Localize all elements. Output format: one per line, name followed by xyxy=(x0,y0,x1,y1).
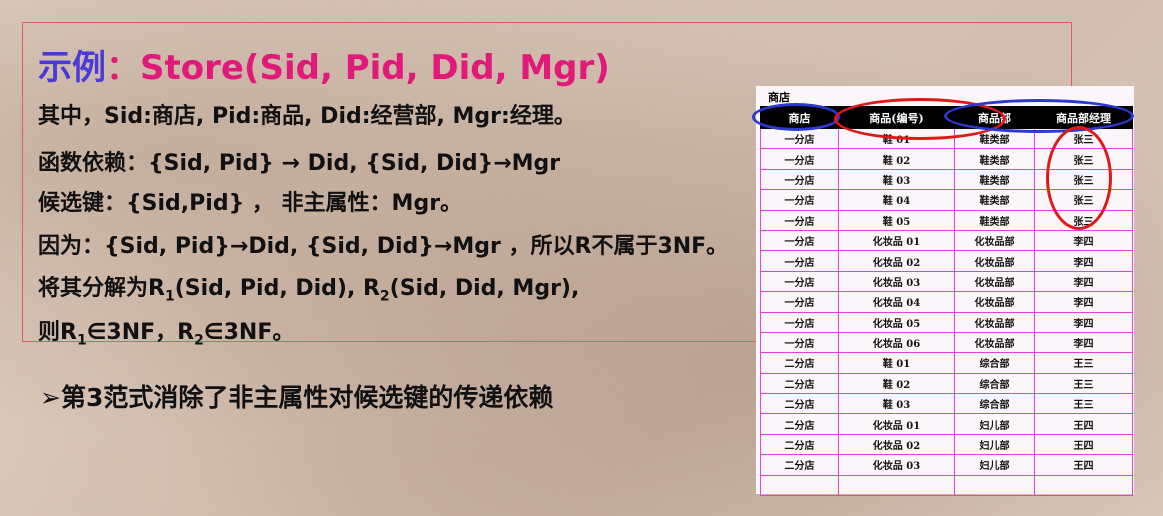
table-cell: 二分店 xyxy=(760,393,839,415)
table-row: 一分店 化妆品 02 化妆品部 李四 xyxy=(760,250,1133,272)
table-row: 二分店 化妆品 02 妇儿部 王四 xyxy=(760,433,1133,456)
table-cell: 一分店 xyxy=(760,229,839,252)
table-cell: 李四 xyxy=(1034,331,1133,354)
table-cell: 李四 xyxy=(1034,270,1133,293)
table-cell: 王三 xyxy=(1034,352,1133,374)
table-cell xyxy=(760,474,839,497)
table-row: 一分店 化妆品 05 化妆品部 李四 xyxy=(760,311,1133,333)
table-cell: 综合部 xyxy=(954,372,1035,395)
decompose-line: 将其分解为R1(Sid, Pid, Did), R2(Sid, Did, Mgr… xyxy=(38,276,580,305)
table-cell: 一分店 xyxy=(760,127,839,150)
table-cell: 一分店 xyxy=(760,331,839,354)
table-row: 二分店鞋 01 综合部 王三 xyxy=(760,352,1133,374)
table-cell xyxy=(838,474,955,497)
table-row: 二分店鞋 03 综合部 王三 xyxy=(760,393,1133,415)
table-cell: 鞋类部 xyxy=(954,209,1035,231)
table-row: 一分店 化妆品 01 化妆品部 李四 xyxy=(760,229,1133,252)
table-cell: 李四 xyxy=(1034,250,1133,272)
table-cell: 鞋 03 xyxy=(838,393,955,415)
title-prefix: 示例 xyxy=(38,48,106,88)
candidate-key-line: 候选键：{Sid,Pid} ， 非主属性：Mgr。 xyxy=(38,191,463,216)
table-cell: 鞋 02 xyxy=(838,148,955,170)
table-cell: 王四 xyxy=(1034,454,1133,476)
table-cell: 一分店 xyxy=(760,250,839,272)
table-cell: 一分店 xyxy=(760,209,839,231)
table-cell: 妇儿部 xyxy=(954,433,1035,456)
table-row: 一分店 化妆品 04 化妆品部 李四 xyxy=(760,291,1133,313)
slide-title: 示例：Store(Sid, Pid, Did, Mgr) xyxy=(38,40,610,89)
manager-values-highlight xyxy=(1046,126,1112,230)
table-cell: 鞋类部 xyxy=(954,189,1035,211)
table-cell: 一分店 xyxy=(760,291,839,313)
table-cell: 鞋 05 xyxy=(838,209,955,231)
table-row: 二分店 化妆品 01 妇儿部 王四 xyxy=(760,413,1133,435)
table-cell xyxy=(1034,474,1133,497)
table-row: 二分店鞋 02 综合部 王三 xyxy=(760,372,1133,395)
table-cell: 王四 xyxy=(1034,413,1133,435)
table-cell: 化妆品 01 xyxy=(838,229,955,252)
table-cell: 鞋 01 xyxy=(838,352,955,374)
table-cell: 鞋类部 xyxy=(954,148,1035,170)
table-cell: 化妆品 06 xyxy=(838,331,955,354)
table-cell: 二分店 xyxy=(760,413,839,435)
table-cell: 化妆品 03 xyxy=(838,454,955,476)
table-row: 一分店 化妆品 06 化妆品部 李四 xyxy=(760,331,1133,354)
table-row: 二分店 化妆品 03 妇儿部 王四 xyxy=(760,454,1133,476)
table-cell: 一分店 xyxy=(760,311,839,333)
summary-bullet: ➢第3范式消除了非主属性对候选键的传递依赖 xyxy=(40,383,554,412)
table-cell: 化妆品部 xyxy=(954,250,1035,272)
table-cell: 综合部 xyxy=(954,352,1035,374)
table-cell: 二分店 xyxy=(760,454,839,476)
table-cell: 化妆品 05 xyxy=(838,311,955,333)
table-cell: 化妆品 03 xyxy=(838,270,955,293)
table-cell: 化妆品 02 xyxy=(838,433,955,456)
because-line: 因为：{Sid, Pid}→Did, {Sid, Did}→Mgr ，所以R不属… xyxy=(38,234,729,259)
table-cell: 二分店 xyxy=(760,372,839,395)
table-cell: 王三 xyxy=(1034,372,1133,395)
table-cell: 妇儿部 xyxy=(954,413,1035,435)
table-cell: 二分店 xyxy=(760,352,839,374)
table-cell xyxy=(954,474,1035,497)
table-cell: 王四 xyxy=(1034,433,1133,456)
table-cell: 化妆品 04 xyxy=(838,291,955,313)
table-cell: 妇儿部 xyxy=(954,454,1035,476)
table-cell: 李四 xyxy=(1034,291,1133,313)
table-cell: 鞋 04 xyxy=(838,189,955,211)
table-cell: 化妆品部 xyxy=(954,311,1035,333)
table-cell: 王三 xyxy=(1034,393,1133,415)
table-cell: 李四 xyxy=(1034,311,1133,333)
table-row xyxy=(760,474,1133,497)
table-cell: 化妆品 01 xyxy=(838,413,955,435)
table-cell: 一分店 xyxy=(760,189,839,211)
title-separator: ： xyxy=(106,48,140,88)
table-cell: 一分店 xyxy=(760,148,839,170)
table-cell: 化妆品部 xyxy=(954,270,1035,293)
where-line: 其中，Sid:商店, Pid:商品, Did:经营部, Mgr:经理。 xyxy=(38,104,576,129)
conclusion-line: 则R1∈3NF，R2∈3NF。 xyxy=(38,320,295,349)
table-cell: 鞋 02 xyxy=(838,372,955,395)
table-cell: 化妆品部 xyxy=(954,291,1035,313)
table-cell: 化妆品部 xyxy=(954,229,1035,252)
table-cell: 综合部 xyxy=(954,393,1035,415)
table-cell: 李四 xyxy=(1034,229,1133,252)
store-table-panel: 商店 商店 商品(编号) 商品部 商品部经理 一分店鞋 01 鞋类部 张三 一分店鞋 … xyxy=(752,86,1134,497)
table-cell: 鞋类部 xyxy=(954,168,1035,191)
store-header-highlight xyxy=(752,103,840,131)
table-cell: 化妆品 02 xyxy=(838,250,955,272)
fd-line: 函数依赖：{Sid, Pid} → Did, {Sid, Did}→Mgr xyxy=(38,151,561,176)
table-cell: 一分店 xyxy=(760,168,839,191)
table-cell: 二分店 xyxy=(760,433,839,456)
table-cell: 鞋 03 xyxy=(838,168,955,191)
table-row: 一分店 化妆品 03 化妆品部 李四 xyxy=(760,270,1133,293)
manager-header-highlight xyxy=(944,99,1134,133)
table-cell: 化妆品部 xyxy=(954,331,1035,354)
title-formula: Store(Sid, Pid, Did, Mgr) xyxy=(140,48,610,88)
table-cell: 一分店 xyxy=(760,270,839,293)
